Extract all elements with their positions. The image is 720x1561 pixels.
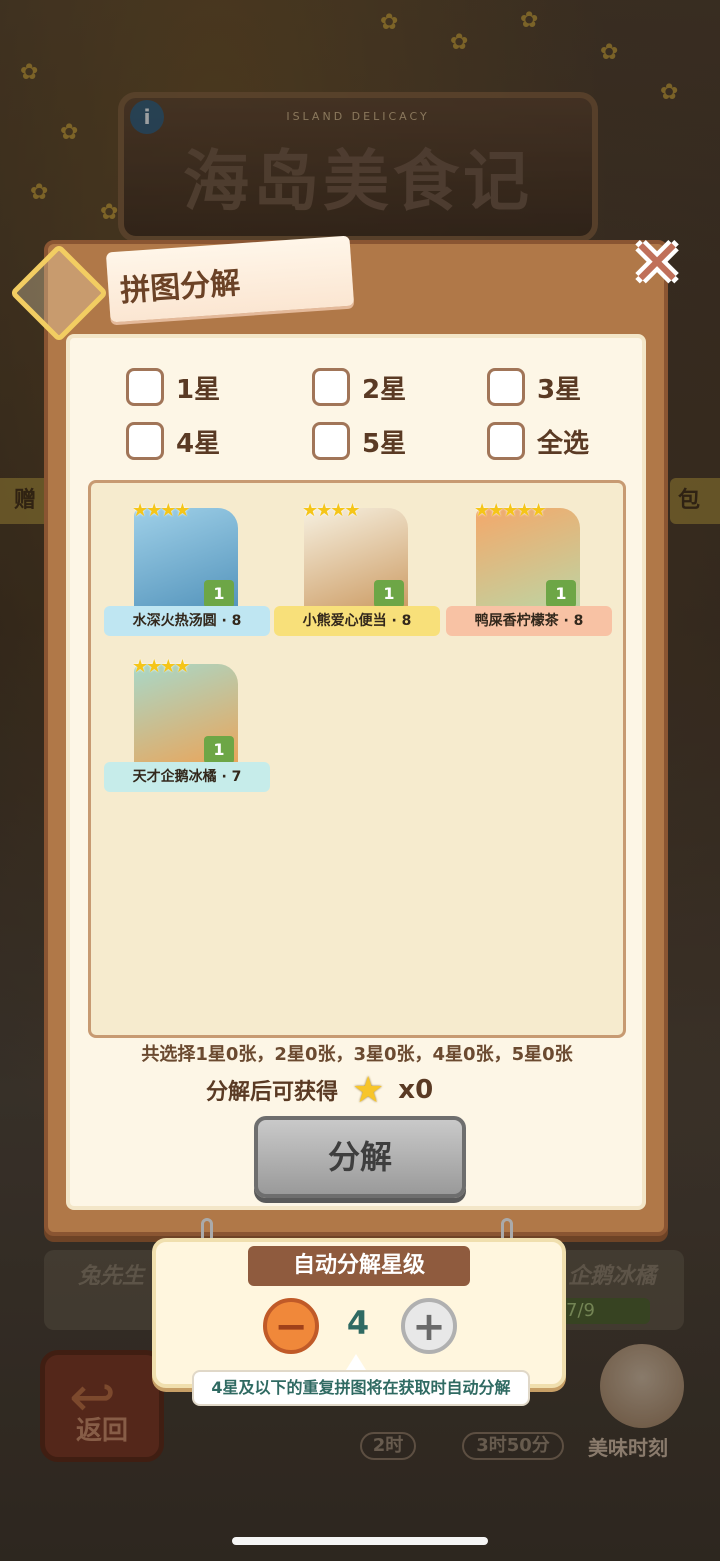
filter-4-star[interactable]: 4星 xyxy=(126,422,220,460)
card-name: 鸭屎香柠檬茶 · 8 xyxy=(446,606,612,636)
star-rating-icon: ★★★★ xyxy=(302,500,361,521)
home-indicator[interactable] xyxy=(232,1537,488,1545)
puzzle-card[interactable]: ★★★★★ 1 鸭屎香柠檬茶 · 8 xyxy=(446,500,616,650)
filter-label: 全选 xyxy=(537,428,590,459)
star-rating-icon: ★★★★★ xyxy=(474,500,547,521)
count-badge: 1 xyxy=(374,580,404,608)
filter-1-star[interactable]: 1星 xyxy=(126,368,220,406)
filter-3-star[interactable]: 3星 xyxy=(487,368,581,406)
filter-2-star[interactable]: 2星 xyxy=(312,368,406,406)
selection-summary: 共选择1星0张，2星0张，3星0张，4星0张，5星0张 xyxy=(141,1044,573,1065)
star-icon: ★ xyxy=(352,1069,385,1111)
filter-select-all[interactable]: 全选 xyxy=(487,422,589,460)
filter-label: 1星 xyxy=(176,374,221,405)
star-rating-icon: ★★★★ xyxy=(132,500,191,521)
card-name: 小熊爱心便当 · 8 xyxy=(274,606,440,636)
reward-count: x0 xyxy=(398,1075,434,1105)
reward-label: 分解后可获得 xyxy=(206,1080,339,1105)
checkbox[interactable] xyxy=(312,368,350,406)
tooltip-arrow xyxy=(346,1354,366,1370)
filter-5-star[interactable]: 5星 xyxy=(312,422,406,460)
checkbox[interactable] xyxy=(487,422,525,460)
plus-icon[interactable]: + xyxy=(401,1298,457,1354)
checkbox[interactable] xyxy=(126,422,164,460)
checkbox[interactable] xyxy=(312,422,350,460)
filter-label: 5星 xyxy=(362,428,407,459)
modal-title: 拼图分解 xyxy=(119,265,242,310)
card-name: 天才企鹅冰橘 · 7 xyxy=(104,762,270,792)
decompose-button[interactable]: 分解 xyxy=(254,1116,466,1198)
reward-row: 分解后可获得 ★ x0 xyxy=(206,1069,434,1111)
star-rating-icon: ★★★★ xyxy=(132,656,191,677)
close-icon[interactable]: ✕ xyxy=(628,232,686,296)
count-badge: 1 xyxy=(546,580,576,608)
checkbox[interactable] xyxy=(126,368,164,406)
puzzle-card[interactable]: ★★★★ 1 小熊爱心便当 · 8 xyxy=(274,500,444,650)
filter-label: 3星 xyxy=(537,374,582,405)
star-level-value: 4 xyxy=(346,1304,370,1342)
filter-label: 4星 xyxy=(176,428,221,459)
minus-icon[interactable]: − xyxy=(263,1298,319,1354)
auto-decompose-title: 自动分解星级 xyxy=(248,1246,470,1286)
puzzle-card[interactable]: ★★★★ 1 水深火热汤圆 · 8 xyxy=(104,500,274,650)
card-name: 水深火热汤圆 · 8 xyxy=(104,606,270,636)
count-badge: 1 xyxy=(204,580,234,608)
count-badge: 1 xyxy=(204,736,234,764)
checkbox[interactable] xyxy=(487,368,525,406)
auto-decompose-tooltip: 4星及以下的重复拼图将在获取时自动分解 xyxy=(192,1370,530,1406)
filter-label: 2星 xyxy=(362,374,407,405)
puzzle-card[interactable]: ★★★★ 1 天才企鹅冰橘 · 7 xyxy=(104,656,274,806)
